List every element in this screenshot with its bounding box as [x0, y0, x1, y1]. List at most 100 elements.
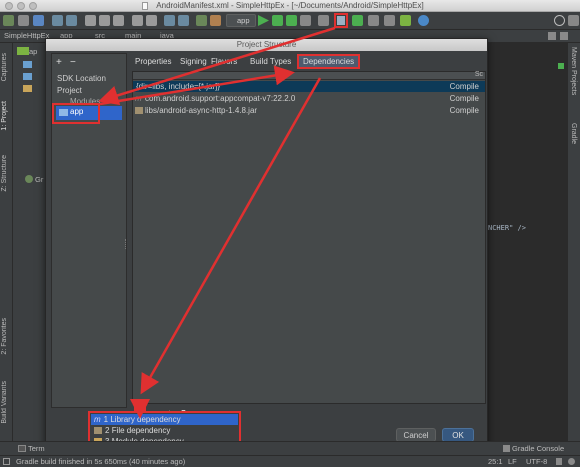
- menu-item-label: File dependency: [111, 426, 171, 435]
- project-structure-dialog: Project Structure + − SDK Location Proje…: [45, 38, 488, 448]
- lock-icon[interactable]: [556, 458, 562, 465]
- jar-file-icon: [94, 427, 102, 434]
- tab-favorites[interactable]: 2: Favorites: [1, 318, 8, 355]
- file-encoding[interactable]: UTF-8: [526, 457, 547, 466]
- table-row[interactable]: libs/android-async-http-1.4.8.jar Compil…: [133, 105, 485, 116]
- sdk-manager-icon[interactable]: [368, 15, 379, 26]
- android-icon[interactable]: [400, 15, 411, 26]
- project-structure-button[interactable]: [334, 13, 348, 28]
- jar-file-icon: [135, 107, 143, 114]
- tab-properties[interactable]: Properties: [131, 54, 175, 69]
- tab-build-variants[interactable]: Build Variants: [1, 381, 8, 424]
- attach-debugger-icon[interactable]: [286, 15, 297, 26]
- dependency-name: {dir=libs, include=[*.jar]}: [136, 82, 221, 91]
- add-module-button[interactable]: +: [56, 57, 62, 68]
- status-bar: Gradle build finished in 5s 650ms (40 mi…: [0, 455, 580, 467]
- tool-window-bar: Term Gradle Console: [0, 441, 580, 455]
- status-message: Gradle build finished in 5s 650ms (40 mi…: [16, 457, 186, 466]
- android-icon: [17, 47, 29, 55]
- tab-terminal[interactable]: Term: [28, 444, 45, 453]
- tab-gradle-console[interactable]: Gradle Console: [512, 444, 564, 453]
- redo-icon[interactable]: [66, 15, 77, 26]
- scope-column-header[interactable]: Sc: [475, 71, 483, 78]
- run-configuration-select[interactable]: app: [226, 14, 256, 27]
- line-separator[interactable]: LF: [508, 457, 517, 466]
- forward-icon[interactable]: [178, 15, 189, 26]
- sync-icon[interactable]: [33, 15, 44, 26]
- gradle-console-icon: [503, 445, 510, 452]
- tab-project[interactable]: 1: Project: [1, 101, 8, 131]
- table-row[interactable]: {dir=libs, include=[*.jar]} Compile: [133, 81, 485, 92]
- breadcrumb-item[interactable]: SimpleHttpEx: [4, 31, 49, 40]
- folder-icon: [23, 61, 32, 68]
- tab-gradle[interactable]: Gradle: [570, 123, 577, 144]
- table-header: Sc: [133, 71, 485, 80]
- tab-dependencies[interactable]: Dependencies: [297, 54, 361, 69]
- tab-captures[interactable]: Captures: [1, 53, 8, 81]
- open-folder-icon[interactable]: [3, 15, 14, 26]
- paste-icon[interactable]: [113, 15, 124, 26]
- split-editor-icon[interactable]: [548, 32, 556, 40]
- tab-maven-projects[interactable]: Maven Projects: [570, 47, 577, 95]
- nav-project[interactable]: Project: [57, 86, 82, 95]
- menu-item-label: Library dependency: [110, 415, 181, 424]
- folder-icon: [23, 85, 32, 92]
- dependency-scope[interactable]: Compile: [450, 81, 479, 92]
- menu-item-library-dependency[interactable]: m1 Library dependency: [91, 414, 238, 425]
- cut-icon[interactable]: [85, 15, 96, 26]
- menu-item-number: 1: [103, 415, 109, 424]
- caret-position[interactable]: 25:1: [488, 457, 503, 466]
- main-toolbar: app: [0, 12, 580, 30]
- menu-item-number: 2: [105, 426, 110, 435]
- avd-manager-icon[interactable]: [318, 15, 329, 26]
- dialog-title: Project Structure: [46, 39, 487, 51]
- dependency-scope[interactable]: Compile: [450, 105, 479, 116]
- project-tree-panel: ap Gr: [13, 43, 45, 441]
- tab-flavors[interactable]: Flavors: [207, 54, 241, 69]
- cancel-button[interactable]: Cancel: [396, 428, 436, 442]
- tree-root-label[interactable]: ap: [29, 47, 37, 56]
- dependency-name: libs/android-async-http-1.4.8.jar: [145, 106, 258, 115]
- dependencies-table: Sc {dir=libs, include=[*.jar]} Compile m…: [132, 71, 486, 404]
- copy-icon[interactable]: [99, 15, 110, 26]
- menu-item-file-dependency[interactable]: 2 File dependency: [91, 425, 238, 436]
- ok-button[interactable]: OK: [442, 428, 474, 442]
- code-line: NCHER" />: [488, 224, 526, 232]
- tab-signing[interactable]: Signing: [176, 54, 211, 69]
- run-icon[interactable]: [258, 15, 269, 26]
- window-title: AndroidManifest.xml - SimpleHttpEx - [~/…: [156, 1, 424, 10]
- remove-module-button[interactable]: −: [70, 57, 76, 68]
- back-icon[interactable]: [164, 15, 175, 26]
- pane-splitter[interactable]: [125, 239, 127, 249]
- dependency-name: com.android.support:appcompat-v7:22.2.0: [145, 94, 296, 103]
- tree-gradle-label[interactable]: Gr: [35, 175, 43, 184]
- build-icon[interactable]: [210, 15, 221, 26]
- tab-structure[interactable]: Z: Structure: [1, 155, 8, 192]
- help-icon[interactable]: [418, 15, 429, 26]
- close-editor-icon[interactable]: [560, 32, 568, 40]
- sync-gradle-icon[interactable]: [352, 15, 363, 26]
- stop-icon[interactable]: [300, 15, 311, 26]
- nav-sdk-location[interactable]: SDK Location: [57, 74, 106, 83]
- search-everywhere-icon[interactable]: [554, 15, 565, 26]
- toggle-tool-windows-icon[interactable]: [3, 458, 10, 465]
- maven-library-icon: m: [135, 94, 142, 103]
- app-highlight-box: [52, 103, 100, 124]
- event-log-icon[interactable]: [568, 458, 575, 465]
- replace-icon[interactable]: [146, 15, 157, 26]
- make-project-icon[interactable]: [196, 15, 207, 26]
- code-editor[interactable]: NCHER" />: [488, 43, 567, 441]
- tab-build-types[interactable]: Build Types: [246, 54, 295, 69]
- undo-icon[interactable]: [52, 15, 63, 26]
- window-titlebar: AndroidManifest.xml - SimpleHttpEx - [~/…: [0, 0, 580, 12]
- table-row[interactable]: m com.android.support:appcompat-v7:22.2.…: [133, 93, 485, 104]
- project-structure-icon: [337, 16, 345, 25]
- right-tool-strip: Maven Projects Gradle: [567, 43, 580, 441]
- monitor-icon[interactable]: [384, 15, 395, 26]
- inspection-ok-icon: [558, 63, 564, 69]
- settings-icon[interactable]: [568, 15, 579, 26]
- save-icon[interactable]: [18, 15, 29, 26]
- dependency-scope[interactable]: Compile: [450, 93, 479, 104]
- find-icon[interactable]: [132, 15, 143, 26]
- debug-icon[interactable]: [272, 15, 283, 26]
